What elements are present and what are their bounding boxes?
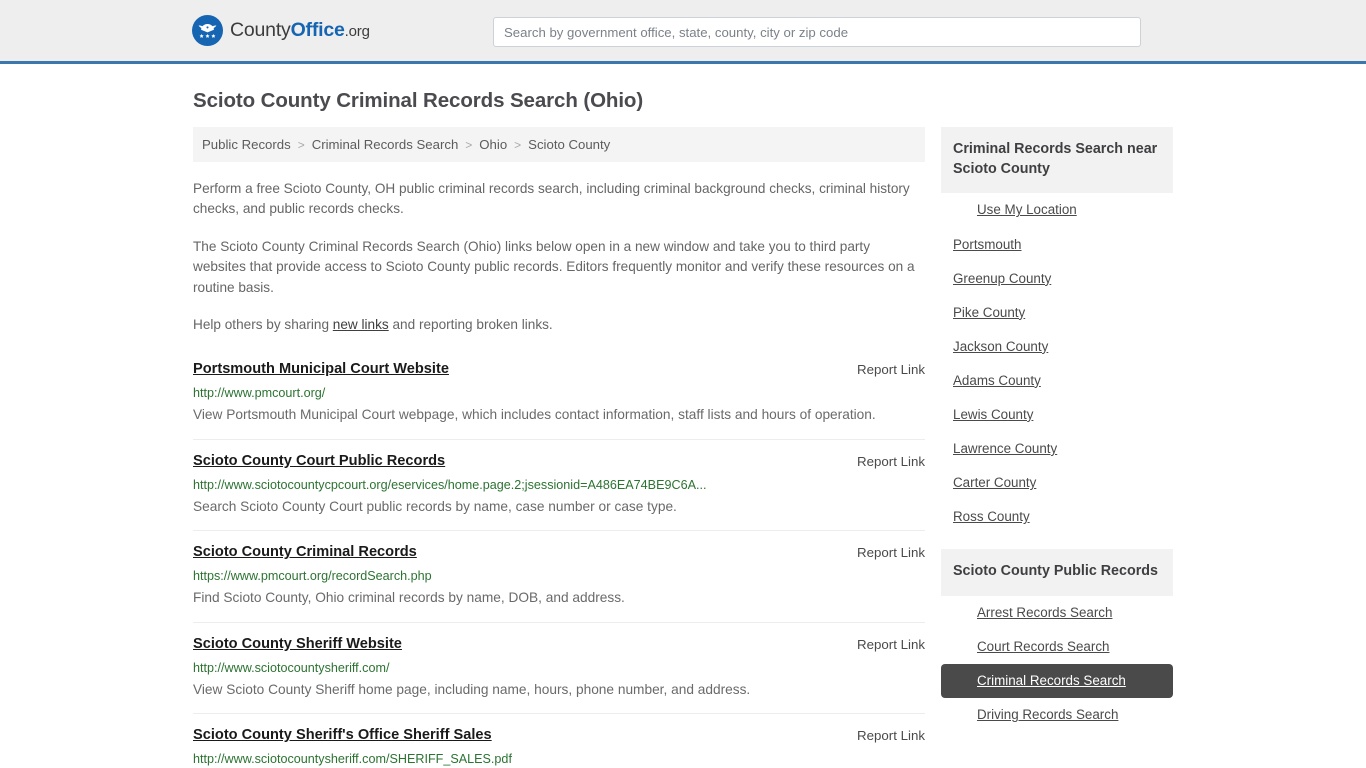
report-link-button[interactable]: Report Link [841, 635, 925, 652]
list-item: Arrest Records Search [941, 596, 1173, 630]
list-item: Portsmouth Municipal Court Website Repor… [193, 348, 925, 439]
sidebar-item-adams-county[interactable]: Adams County [941, 364, 1173, 398]
eagle-logo-icon [192, 15, 223, 46]
list-item: Ross County [941, 500, 1173, 534]
resource-url: http://www.sciotocountysheriff.com/ [193, 660, 925, 677]
sidebar-card-nearby: Criminal Records Search near Scioto Coun… [941, 127, 1173, 534]
sidebar-card-title: Criminal Records Search near Scioto Coun… [941, 127, 1173, 193]
list-item-active: Criminal Records Search [941, 664, 1173, 698]
sidebar-spacer [941, 538, 1173, 549]
list-item: Scioto County Criminal Records Report Li… [193, 530, 925, 622]
intro-paragraph-2: The Scioto County Criminal Records Searc… [193, 237, 925, 298]
list-item: Portsmouth [941, 228, 1173, 262]
brand-wordmark: CountyOffice.org [230, 19, 370, 42]
list-item: Lewis County [941, 398, 1173, 432]
intro-text: Perform a free Scioto County, OH public … [193, 179, 925, 335]
report-link-button[interactable]: Report Link [841, 360, 925, 377]
site-logo[interactable]: CountyOffice.org [192, 15, 370, 46]
page-title: Scioto County Criminal Records Search (O… [193, 89, 1173, 113]
brand-part-office: Office [291, 19, 345, 41]
breadcrumb-item-criminal-records-search[interactable]: Criminal Records Search [312, 137, 459, 152]
breadcrumb-item-ohio[interactable]: Ohio [479, 137, 507, 152]
brand-part-county: County [230, 19, 291, 41]
list-item: Scioto County Sheriff Website Report Lin… [193, 622, 925, 714]
intro-p3-before: Help others by sharing [193, 317, 333, 332]
list-item: Jackson County [941, 330, 1173, 364]
resource-url: http://www.sciotocountysheriff.com/SHERI… [193, 751, 925, 768]
sidebar-card-public-records: Scioto County Public Records Arrest Reco… [941, 549, 1173, 732]
resource-url: http://www.pmcourt.org/ [193, 385, 925, 402]
resource-description: View Portsmouth Municipal Court webpage,… [193, 405, 925, 426]
breadcrumb-item-scioto-county[interactable]: Scioto County [528, 137, 610, 152]
sidebar-item-ross-county[interactable]: Ross County [941, 500, 1173, 534]
sidebar-item-criminal-records-search[interactable]: Criminal Records Search [941, 664, 1173, 698]
sidebar-item-pike-county[interactable]: Pike County [941, 296, 1173, 330]
resource-title-link[interactable]: Scioto County Criminal Records [193, 543, 417, 562]
sidebar-item-driving-records-search[interactable]: Driving Records Search [941, 698, 1173, 732]
breadcrumb-separator-icon: > [298, 138, 305, 152]
link-row: Scioto County Sheriff Website Report Lin… [193, 635, 925, 654]
brand-part-tld: .org [345, 23, 370, 40]
intro-p3-after: and reporting broken links. [389, 317, 553, 332]
link-row: Scioto County Court Public Records Repor… [193, 452, 925, 471]
intro-paragraph-3: Help others by sharing new links and rep… [193, 315, 925, 335]
resource-title-link[interactable]: Portsmouth Municipal Court Website [193, 360, 449, 379]
breadcrumb-item-public-records[interactable]: Public Records [202, 137, 291, 152]
sidebar-item-lawrence-county[interactable]: Lawrence County [941, 432, 1173, 466]
link-row: Scioto County Sheriff's Office Sheriff S… [193, 726, 925, 745]
sidebar-item-arrest-records-search[interactable]: Arrest Records Search [941, 596, 1173, 630]
list-item: Adams County [941, 364, 1173, 398]
report-link-button[interactable]: Report Link [841, 452, 925, 469]
sidebar-nearby-list: Use My Location Portsmouth Greenup Count… [941, 193, 1173, 534]
sidebar-item-lewis-county[interactable]: Lewis County [941, 398, 1173, 432]
breadcrumb: Public Records > Criminal Records Search… [193, 127, 925, 162]
main-column: Public Records > Criminal Records Search… [193, 127, 925, 768]
sidebar-item-carter-county[interactable]: Carter County [941, 466, 1173, 500]
report-link-button[interactable]: Report Link [841, 543, 925, 560]
resource-description: Find Scioto County, Ohio criminal record… [193, 588, 925, 609]
breadcrumb-separator-icon: > [514, 138, 521, 152]
resource-url: http://www.sciotocountycpcourt.org/eserv… [193, 477, 925, 494]
content-container: Scioto County Criminal Records Search (O… [193, 89, 1173, 768]
search-input[interactable] [493, 17, 1141, 47]
list-item: Pike County [941, 296, 1173, 330]
resource-description: View Scioto County Sheriff home page, in… [193, 680, 925, 701]
sidebar-card-title: Scioto County Public Records [941, 549, 1173, 596]
resource-description: Search Scioto County Court public record… [193, 497, 925, 518]
list-item: Court Records Search [941, 630, 1173, 664]
intro-paragraph-1: Perform a free Scioto County, OH public … [193, 179, 925, 220]
page-body: Scioto County Criminal Records Search (O… [0, 89, 1366, 768]
search-container [493, 17, 1141, 47]
sidebar-item-use-my-location[interactable]: Use My Location [941, 193, 1173, 227]
sidebar-public-records-list: Arrest Records Search Court Records Sear… [941, 596, 1173, 732]
resource-title-link[interactable]: Scioto County Sheriff's Office Sheriff S… [193, 726, 492, 745]
sidebar-item-court-records-search[interactable]: Court Records Search [941, 630, 1173, 664]
list-item: Use My Location [941, 193, 1173, 227]
resource-title-link[interactable]: Scioto County Court Public Records [193, 452, 445, 471]
list-item: Carter County [941, 466, 1173, 500]
sidebar-item-greenup-county[interactable]: Greenup County [941, 262, 1173, 296]
new-links-link[interactable]: new links [333, 317, 389, 332]
list-item: Scioto County Court Public Records Repor… [193, 439, 925, 531]
list-item: Lawrence County [941, 432, 1173, 466]
resource-link-list: Portsmouth Municipal Court Website Repor… [193, 348, 925, 768]
two-column-layout: Public Records > Criminal Records Search… [193, 127, 1173, 768]
resource-title-link[interactable]: Scioto County Sheriff Website [193, 635, 402, 654]
site-header: CountyOffice.org [0, 0, 1366, 64]
breadcrumb-separator-icon: > [465, 138, 472, 152]
sidebar: Criminal Records Search near Scioto Coun… [941, 127, 1173, 736]
link-row: Portsmouth Municipal Court Website Repor… [193, 360, 925, 379]
list-item: Scioto County Sheriff's Office Sheriff S… [193, 713, 925, 768]
link-row: Scioto County Criminal Records Report Li… [193, 543, 925, 562]
sidebar-item-portsmouth[interactable]: Portsmouth [941, 228, 1173, 262]
list-item: Greenup County [941, 262, 1173, 296]
sidebar-item-jackson-county[interactable]: Jackson County [941, 330, 1173, 364]
list-item: Driving Records Search [941, 698, 1173, 732]
resource-url: https://www.pmcourt.org/recordSearch.php [193, 568, 925, 585]
report-link-button[interactable]: Report Link [841, 726, 925, 743]
